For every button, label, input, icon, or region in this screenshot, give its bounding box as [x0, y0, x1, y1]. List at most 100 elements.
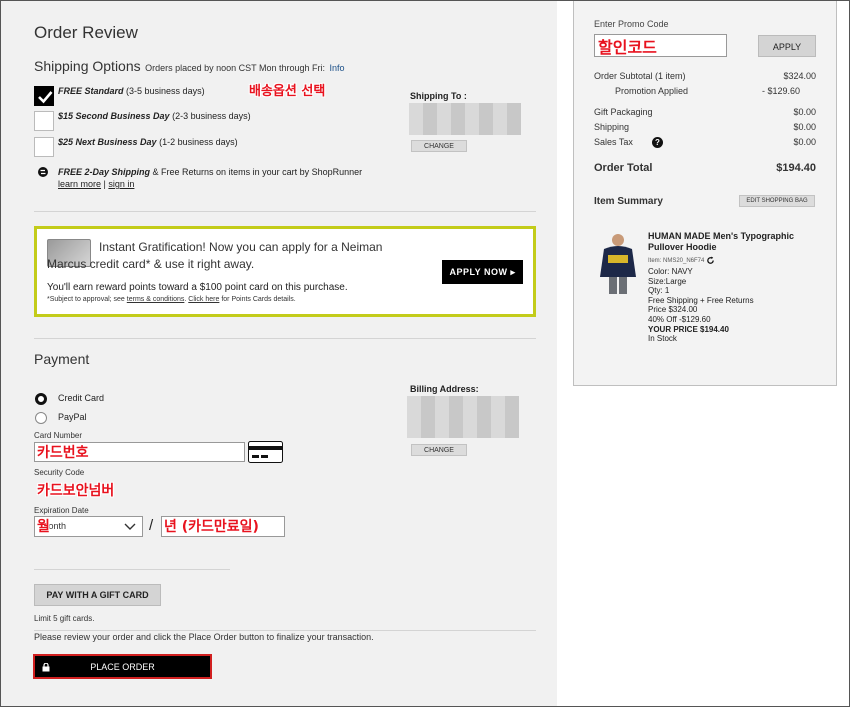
- apply-promo-button[interactable]: APPLY: [758, 35, 816, 57]
- card-number-label: Card Number: [34, 431, 83, 440]
- divider: [34, 630, 536, 631]
- card-number-annotation: 카드번호: [37, 445, 89, 461]
- shipping-info-link[interactable]: Info: [329, 63, 344, 73]
- shipping-option-label: FREE Standard: [58, 86, 124, 96]
- shipping-option-detail: (1-2 business days): [159, 137, 238, 147]
- expiration-slash: /: [149, 517, 154, 534]
- item-name-line2: Pullover Hoodie: [648, 242, 717, 252]
- payment-heading: Payment: [34, 351, 90, 367]
- promo-headline-line1: Instant Gratification! Now you can apply…: [99, 240, 383, 254]
- item-details: HUMAN MADE Men's Typographic Pullover Ho…: [648, 231, 794, 253]
- subtotal-label: Order Subtotal (1 item): [594, 71, 686, 81]
- credit-card-icon: [248, 441, 283, 463]
- month-annotation: 월: [37, 519, 50, 535]
- page-title: Order Review: [34, 23, 138, 42]
- gift-packaging-value: $0.00: [793, 107, 816, 117]
- shoprunner-promo: FREE 2-Day Shipping & Free Returns on it…: [58, 167, 362, 177]
- divider: [34, 338, 536, 339]
- change-billing-button[interactable]: CHANGE: [411, 444, 467, 456]
- item-price: Price $324.00: [648, 305, 698, 315]
- promotion-label: Promotion Applied: [615, 86, 689, 96]
- shipping-option-label: $25 Next Business Day: [58, 137, 157, 147]
- sales-tax-value: $0.00: [793, 137, 816, 147]
- year-annotation: 년 (카드만료일): [164, 519, 259, 535]
- security-code-annotation: 카드보안넘버: [37, 483, 115, 499]
- shipping-to-label: Shipping To :: [410, 91, 467, 101]
- apply-now-button[interactable]: APPLY NOW ▸: [442, 260, 523, 284]
- security-code-label: Security Code: [34, 468, 85, 477]
- shipping-options-header: Shipping Options Orders placed by noon C…: [34, 58, 344, 76]
- item-size: Size:Large: [648, 276, 687, 286]
- shipping-cost-value: $0.00: [793, 122, 816, 132]
- shipping-options-heading: Shipping Options: [34, 58, 141, 74]
- place-order-button[interactable]: PLACE ORDER: [33, 654, 212, 679]
- shipping-address-redacted: [409, 103, 521, 135]
- promo-headline-line2: Marcus credit card* & use it right away.: [47, 257, 255, 271]
- edit-shopping-bag-button[interactable]: EDIT SHOPPING BAG: [739, 195, 815, 207]
- credit-card-radio[interactable]: [35, 393, 47, 405]
- shoprunner-links: learn more | sign in: [58, 179, 134, 189]
- fine-print-suffix: for Points Cards details.: [221, 296, 296, 303]
- gift-packaging-label: Gift Packaging: [594, 107, 653, 117]
- subtotal-row: Order Subtotal (1 item) $324.00: [594, 71, 816, 81]
- shipping-option-next-day: $25 Next Business Day (1-2 business days…: [58, 137, 238, 147]
- shipping-note: Orders placed by noon CST Mon through Fr…: [145, 63, 326, 73]
- shoprunner-icon: [38, 167, 48, 177]
- paypal-radio[interactable]: [35, 412, 47, 424]
- shipping-cost-label: Shipping: [594, 122, 630, 132]
- shipping-option-second-day: $15 Second Business Day (2-3 business da…: [58, 111, 251, 121]
- promo-fine-print: *Subject to approval; see terms & condit…: [47, 296, 296, 303]
- order-total-row: Order Total $194.40: [594, 162, 816, 174]
- refresh-icon: [707, 256, 714, 264]
- shipping-option-detail: (2-3 business days): [172, 111, 251, 121]
- learn-more-link[interactable]: learn more: [58, 179, 101, 189]
- shipping-option-next-day-checkbox[interactable]: [34, 137, 54, 157]
- pay-with-gift-card-button[interactable]: PAY WITH A GIFT CARD: [34, 584, 161, 606]
- sales-tax-label: Sales Tax: [594, 137, 633, 147]
- gift-packaging-row: Gift Packaging $0.00: [594, 107, 816, 117]
- item-your-price: YOUR PRICE $194.40: [648, 324, 729, 334]
- promotion-value: - $129.60: [761, 86, 800, 96]
- expiration-month-select[interactable]: Month: [34, 516, 143, 537]
- place-order-label: PLACE ORDER: [90, 662, 155, 672]
- product-image: [594, 231, 642, 295]
- divider: [34, 211, 536, 212]
- gift-card-limit: Limit 5 gift cards.: [34, 614, 95, 623]
- terms-link[interactable]: terms & conditions: [127, 296, 185, 303]
- promo-code-label: Enter Promo Code: [594, 19, 669, 29]
- sign-in-link[interactable]: sign in: [108, 179, 134, 189]
- billing-address-label: Billing Address:: [410, 384, 479, 394]
- credit-card-promo: Instant Gratification! Now you can apply…: [34, 226, 536, 317]
- item-stock: In Stock: [648, 334, 677, 344]
- item-color: Color: NAVY: [648, 267, 693, 276]
- help-icon[interactable]: ?: [652, 137, 663, 148]
- order-total-value: $194.40: [776, 162, 816, 174]
- promotion-row: Promotion Applied - $129.60: [594, 86, 816, 96]
- billing-address-redacted: [407, 396, 519, 438]
- paypal-label: PayPal: [58, 412, 87, 422]
- item-name-line1: HUMAN MADE Men's Typographic: [648, 231, 794, 241]
- chevron-down-icon: [124, 523, 136, 530]
- item-discount: 40% Off -$129.60: [648, 314, 711, 324]
- item-attributes: Color: NAVY Size:Large Qty: 1 Free Shipp…: [648, 267, 754, 344]
- change-shipping-button[interactable]: CHANGE: [411, 140, 467, 152]
- item-qty: Qty: 1: [648, 286, 670, 296]
- divider: [34, 569, 230, 570]
- item-number: Item: NMS20_N6F74: [648, 256, 715, 265]
- order-summary-panel: Enter Promo Code 할인코드 APPLY Order Subtot…: [573, 1, 837, 386]
- click-here-link[interactable]: Click here: [188, 296, 219, 303]
- link-separator: |: [103, 179, 106, 189]
- credit-card-label: Credit Card: [58, 393, 105, 403]
- promo-code-annotation: 할인코드: [598, 38, 657, 57]
- item-shipping: Free Shipping + Free Returns: [648, 295, 754, 305]
- shipping-option-label: $15 Second Business Day: [58, 111, 170, 121]
- review-note: Please review your order and click the P…: [34, 632, 374, 642]
- shoprunner-bold: FREE 2-Day Shipping: [58, 167, 151, 177]
- sales-tax-row: Sales Tax ? $0.00: [594, 137, 816, 148]
- item-summary-label: Item Summary: [594, 196, 663, 207]
- shipping-option-detail: (3-5 business days): [126, 86, 205, 96]
- order-total-label: Order Total: [594, 162, 653, 174]
- shipping-row: Shipping $0.00: [594, 122, 816, 132]
- shipping-option-second-day-checkbox[interactable]: [34, 111, 54, 131]
- shipping-option-standard-checkbox[interactable]: [34, 86, 54, 106]
